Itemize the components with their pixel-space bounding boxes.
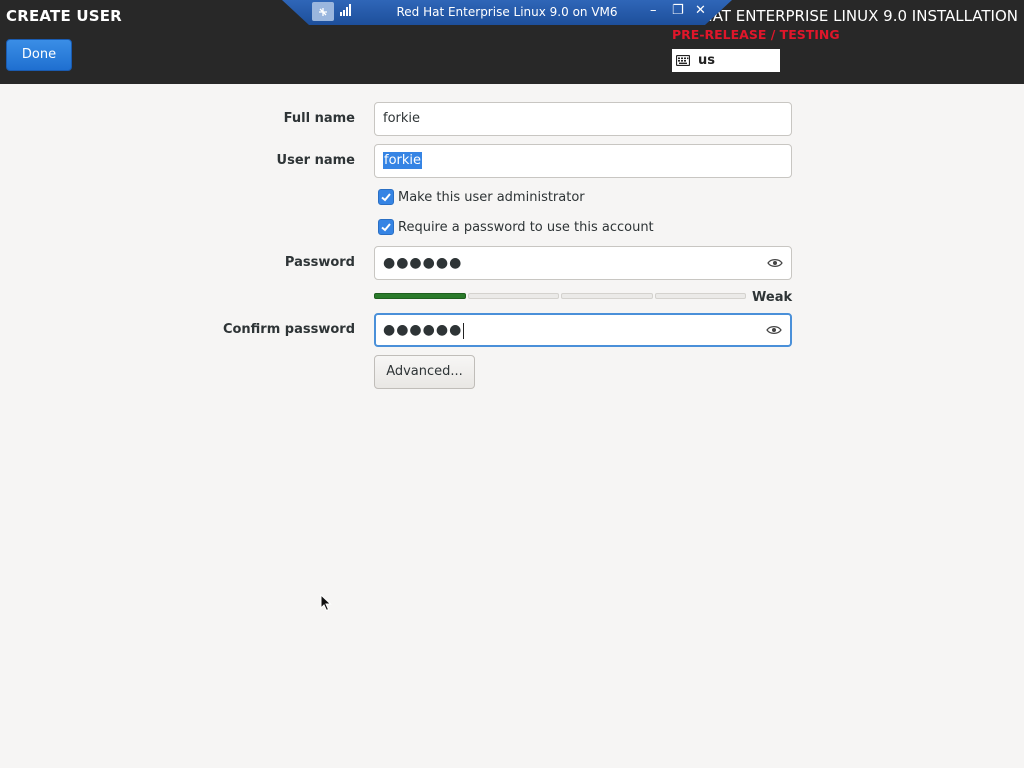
admin-checkbox-row[interactable]: Make this user administrator — [378, 189, 585, 205]
vm-title: Red Hat Enterprise Linux 9.0 on VM6 — [396, 5, 618, 19]
admin-checkbox-label: Make this user administrator — [398, 189, 585, 205]
password-strength-bar — [374, 292, 746, 300]
strength-segment — [374, 293, 466, 299]
text-caret — [463, 322, 465, 339]
require-password-checkbox-row[interactable]: Require a password to use this account — [378, 219, 654, 235]
user-name-input[interactable]: forkie — [374, 144, 792, 178]
strength-segment — [654, 293, 746, 299]
vm-close-button[interactable]: ✕ — [695, 3, 706, 18]
password-strength-label: Weak — [752, 290, 793, 305]
advanced-button[interactable]: Advanced... — [374, 355, 475, 389]
screen-title: CREATE USER — [6, 7, 122, 25]
user-name-value: forkie — [383, 152, 423, 169]
password-label: Password — [284, 255, 355, 270]
user-name-label: User name — [276, 153, 355, 168]
full-name-value: forkie — [383, 111, 421, 126]
full-name-input[interactable]: forkie — [374, 102, 792, 136]
strength-segment — [561, 293, 653, 299]
prerelease-label: PRE-RELEASE / TESTING — [672, 27, 840, 42]
password-input[interactable]: ●●●●●● — [374, 246, 792, 280]
admin-checkbox[interactable] — [378, 189, 394, 205]
strength-segment — [467, 293, 559, 299]
require-password-checkbox[interactable] — [378, 219, 394, 235]
password-value: ●●●●●● — [383, 255, 463, 271]
keyboard-layout-label: us — [698, 53, 715, 68]
confirm-password-value: ●●●●●● — [383, 322, 463, 338]
keyboard-icon — [675, 54, 691, 67]
keyboard-layout-indicator[interactable]: us — [672, 49, 780, 72]
vm-minimize-button[interactable]: – — [650, 3, 657, 18]
confirm-password-label: Confirm password — [222, 322, 355, 337]
require-password-checkbox-label: Require a password to use this account — [398, 219, 654, 235]
vm-toolbar: Red Hat Enterprise Linux 9.0 on VM6 – ❐ … — [282, 0, 732, 25]
full-name-label: Full name — [283, 111, 355, 126]
mouse-pointer-icon — [320, 593, 332, 612]
confirm-password-input[interactable]: ●●●●●● — [374, 313, 792, 347]
done-button[interactable]: Done — [6, 39, 72, 71]
vm-restore-button[interactable]: ❐ — [672, 3, 684, 18]
reveal-password-icon[interactable] — [767, 258, 783, 268]
checkmark-icon — [381, 193, 391, 202]
checkmark-icon — [381, 223, 391, 232]
reveal-confirm-password-icon[interactable] — [766, 325, 782, 335]
